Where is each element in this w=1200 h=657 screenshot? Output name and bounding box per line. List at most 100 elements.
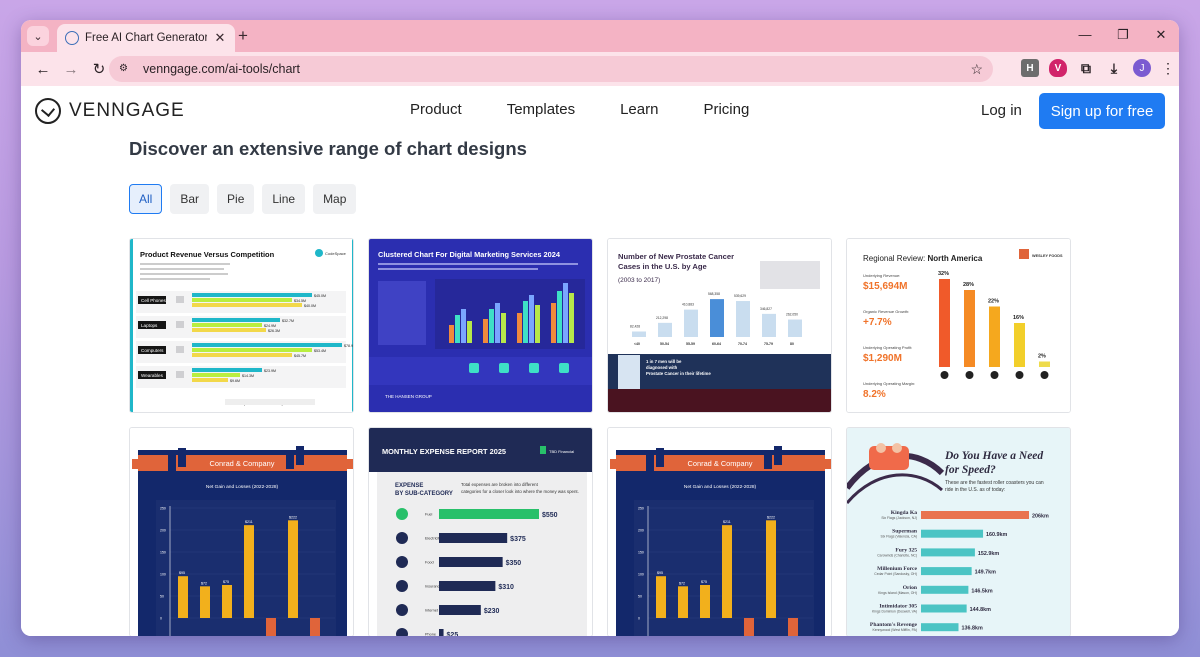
- cluster-bar: [495, 303, 500, 343]
- filter-bar[interactable]: Bar: [170, 184, 210, 214]
- revenue-label: $32.7M: [282, 319, 294, 323]
- gain-bar: [678, 586, 688, 618]
- revenue-label: $9.6M: [230, 379, 240, 383]
- extension-shield-icon[interactable]: V: [1049, 59, 1067, 77]
- age-label: 55-59: [686, 342, 695, 346]
- filter-line[interactable]: Line: [262, 184, 306, 214]
- conrad-brand: Conrad & Company: [688, 459, 753, 468]
- url-text[interactable]: venngage.com/ai-tools/chart: [143, 62, 970, 76]
- filter-pie[interactable]: Pie: [217, 184, 255, 214]
- revenue-label: $34.5M: [294, 299, 306, 303]
- web-page: VENNGAGE Product Templates Learn Pricing…: [21, 86, 1179, 636]
- forward-button[interactable]: →: [57, 61, 85, 78]
- loss-bar: [310, 618, 320, 636]
- bookmark-star-icon[interactable]: ☆: [970, 61, 983, 78]
- gain-label: $72: [201, 581, 207, 585]
- filter-map[interactable]: Map: [313, 184, 357, 214]
- venngage-logo-icon: [35, 98, 61, 124]
- extensions-puzzle-icon[interactable]: ⧉: [1077, 59, 1095, 77]
- profile-avatar[interactable]: J: [1133, 59, 1151, 77]
- template-card-monthly-expense[interactable]: MONTHLY EXPENSE REPORT 2025 TBD Financia…: [368, 427, 593, 636]
- gain-bar: [222, 585, 232, 618]
- kpi-value: $1,290M: [863, 353, 902, 364]
- coaster-value: 146.5km: [971, 588, 992, 594]
- gain-bar: [766, 520, 776, 618]
- minimize-button[interactable]: —: [1077, 24, 1093, 46]
- region-bar: [939, 279, 950, 367]
- signup-button[interactable]: Sign up for free: [1039, 93, 1165, 129]
- gain-label: $211: [723, 520, 731, 524]
- card-subtitle: (2003 to 2017): [618, 277, 660, 284]
- conrad-tick: 100: [160, 573, 166, 577]
- login-link[interactable]: Log in: [981, 102, 1022, 119]
- gain-bar: [200, 586, 210, 618]
- revenue-bar: [192, 378, 228, 382]
- product-revenue-thumbnail: Product Revenue Versus Competition CodeS…: [130, 239, 353, 412]
- row-label: Computers: [141, 348, 164, 353]
- nav-learn[interactable]: Learn: [620, 101, 658, 118]
- speed-thumbnail: Do You Have a Need for Speed? These are …: [847, 428, 1070, 636]
- cluster-bar: [523, 301, 528, 343]
- expense-name: Fuel: [425, 513, 433, 517]
- expense-name: Food: [425, 561, 434, 565]
- restore-button[interactable]: ❐: [1115, 24, 1131, 46]
- cluster-bar: [569, 293, 574, 343]
- card-brand: CodeSpace: [325, 251, 347, 256]
- gain-label: $95: [657, 571, 663, 575]
- template-card-prostate[interactable]: Number of New Prostate Cancer Cases in t…: [607, 238, 832, 413]
- monthly-expense-thumbnail: MONTHLY EXPENSE REPORT 2025 TBD Financia…: [369, 428, 592, 636]
- age-value: 568,358: [708, 292, 720, 296]
- template-card-conrad-2[interactable]: Conrad & Company Net Gain and Losses (202…: [607, 427, 832, 636]
- coaster-value: 160.9km: [986, 532, 1007, 538]
- template-card-clustered[interactable]: Clustered Chart For Digital Marketing Se…: [368, 238, 593, 413]
- cluster-bar: [467, 321, 472, 343]
- expense-bar: [439, 605, 481, 615]
- download-icon[interactable]: ⤓: [1105, 59, 1123, 77]
- back-button[interactable]: ←: [29, 61, 57, 78]
- age-label: 50-54: [660, 342, 669, 346]
- age-label: <40: [634, 342, 640, 346]
- close-window-button[interactable]: ✕: [1153, 24, 1169, 46]
- expense-name: Electricity: [425, 537, 441, 541]
- age-value: 410,883: [682, 303, 694, 307]
- coaster-place: Cedar Point (Sandusky, OH): [874, 572, 917, 576]
- site-info-icon[interactable]: ⚙: [119, 63, 135, 75]
- coaster-bar: [921, 529, 984, 538]
- close-tab-icon[interactable]: ✕: [213, 30, 227, 46]
- region-value: 32%: [938, 271, 949, 277]
- nav-templates[interactable]: Templates: [507, 101, 575, 118]
- gain-bar: [700, 585, 710, 618]
- revenue-label: $45.0M: [314, 294, 326, 298]
- conrad-tick: 150: [160, 551, 166, 555]
- venngage-logo[interactable]: VENNGAGE: [35, 98, 185, 124]
- browser-window: ⌄ Free AI Chart Generator - Make ✕ + — ❐…: [21, 20, 1179, 636]
- region-bar: [1039, 361, 1050, 367]
- address-bar[interactable]: ⚙ venngage.com/ai-tools/chart ☆: [109, 56, 993, 82]
- card-footer: THE HANSEN GROUP: [385, 394, 432, 399]
- nav-pricing[interactable]: Pricing: [703, 101, 749, 118]
- tab-search-button[interactable]: ⌄: [27, 26, 49, 46]
- tab-active[interactable]: Free AI Chart Generator - Make ✕: [57, 24, 235, 52]
- revenue-label: $23.9M: [264, 369, 276, 373]
- expense-value: $25: [447, 632, 459, 636]
- card-title: Clustered Chart For Digital Marketing Se…: [378, 250, 561, 259]
- new-tab-button[interactable]: +: [233, 26, 253, 46]
- coaster-value: 206km: [1032, 514, 1049, 520]
- cluster-bar: [557, 291, 562, 343]
- conrad-tick: 0: [160, 617, 162, 621]
- conrad-tick: 50: [160, 595, 164, 599]
- template-card-conrad-1[interactable]: Conrad & Company Net Gain and Losses (202…: [129, 427, 354, 636]
- template-card-speed[interactable]: Do You Have a Need for Speed? These are …: [846, 427, 1071, 636]
- conrad-thumbnail-2: Conrad & Company Net Gain and Losses (202…: [608, 428, 831, 636]
- template-card-regional[interactable]: Regional Review: North America WESLEY FO…: [846, 238, 1071, 413]
- browser-menu-icon[interactable]: ⋮: [1161, 60, 1175, 77]
- conrad-tick: 100: [638, 573, 644, 577]
- nav-product[interactable]: Product: [410, 101, 462, 118]
- extension-h-icon[interactable]: H: [1021, 59, 1039, 77]
- age-bar: [788, 319, 802, 337]
- template-card-product-revenue[interactable]: Product Revenue Versus Competition CodeS…: [129, 238, 354, 413]
- gain-label: $75: [701, 580, 707, 584]
- age-label: 60-64: [712, 342, 721, 346]
- conrad-tick: 250: [160, 507, 166, 511]
- filter-all[interactable]: All: [129, 184, 163, 214]
